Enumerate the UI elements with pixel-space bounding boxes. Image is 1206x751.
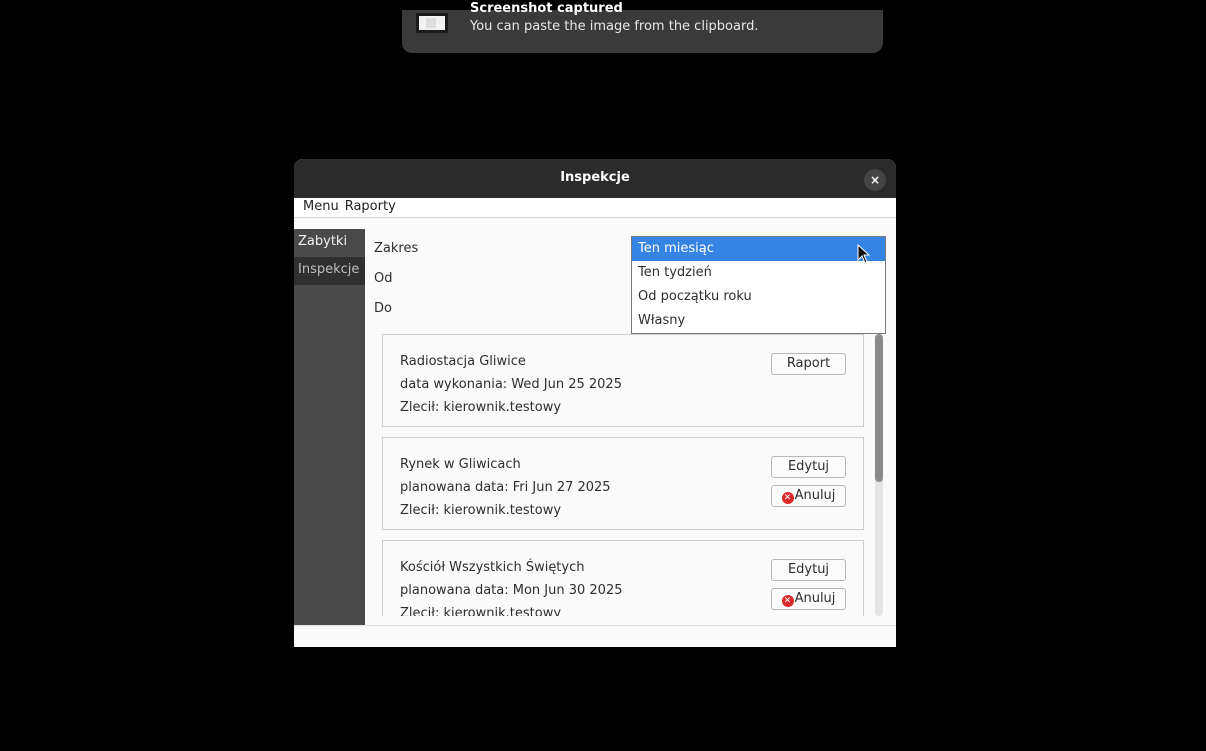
from-label: Od xyxy=(374,271,393,286)
dropdown-option-ten-tydzien[interactable]: Ten tydzień xyxy=(632,261,885,285)
edit-button[interactable]: Edytuj xyxy=(771,456,846,478)
scrollbar-thumb[interactable] xyxy=(875,334,883,482)
inspekcje-window: Inspekcje × Menu Raporty Zabytki Inspekc… xyxy=(294,159,896,647)
window-title: Inspekcje xyxy=(560,170,630,185)
to-label: Do xyxy=(374,301,392,316)
inspections-list[interactable]: Radiostacja Gliwice data wykonania: Wed … xyxy=(382,334,876,616)
edit-button[interactable]: Edytuj xyxy=(771,559,846,581)
inspection-name: Kościół Wszystkich Świętych xyxy=(400,560,585,575)
list-scrollbar[interactable] xyxy=(875,334,883,616)
inspection-card: Rynek w Gliwicach planowana data: Fri Ju… xyxy=(382,437,864,530)
inspection-name: Radiostacja Gliwice xyxy=(400,354,526,369)
cancel-button-label: Anuluj xyxy=(794,591,836,606)
range-dropdown-popup[interactable]: Ten miesiąc Ten tydzień Od początku roku… xyxy=(631,236,886,334)
raport-button[interactable]: Raport xyxy=(771,353,846,375)
dropdown-option-ten-miesiac[interactable]: Ten miesiąc xyxy=(632,237,885,261)
status-bar xyxy=(294,625,896,647)
cancel-button[interactable]: ✕ Anuluj xyxy=(771,588,846,610)
cancel-circle-icon: ✕ xyxy=(781,595,794,607)
sidebar: Zabytki Inspekcje xyxy=(294,229,365,626)
dropdown-option-wlasny[interactable]: Własny xyxy=(632,309,885,333)
inspection-date: planowana data: Fri Jun 27 2025 xyxy=(400,480,611,495)
inspection-card: Radiostacja Gliwice data wykonania: Wed … xyxy=(382,334,864,427)
inspection-card: Kościół Wszystkich Świętych planowana da… xyxy=(382,540,864,616)
cancel-button[interactable]: ✕ Anuluj xyxy=(771,485,846,507)
notification-title: Screenshot captured xyxy=(470,1,623,16)
screenshot-notification[interactable]: Screenshot captured You can paste the im… xyxy=(402,1,883,53)
notification-body: You can paste the image from the clipboa… xyxy=(470,19,759,34)
inspection-ordered-by: Zlecił: kierownik.testowy xyxy=(400,400,562,415)
sidebar-item-inspekcje[interactable]: Inspekcje xyxy=(294,257,365,285)
inspection-name: Rynek w Gliwicach xyxy=(400,457,521,472)
cancel-circle-icon: ✕ xyxy=(781,492,794,504)
screenshot-thumbnail-icon xyxy=(416,13,448,33)
inspection-ordered-by: Zlecił: kierownik.testowy xyxy=(400,606,562,616)
menu-item-raporty[interactable]: Raporty xyxy=(343,198,400,217)
close-icon[interactable]: × xyxy=(864,169,886,191)
inspection-date: planowana data: Mon Jun 30 2025 xyxy=(400,583,623,598)
menu-item-menu[interactable]: Menu xyxy=(294,198,343,217)
dropdown-option-od-poczatku-roku[interactable]: Od początku roku xyxy=(632,285,885,309)
range-label: Zakres xyxy=(374,241,419,256)
window-titlebar[interactable]: Inspekcje × xyxy=(294,159,896,198)
cancel-button-label: Anuluj xyxy=(794,488,836,503)
mouse-pointer-icon xyxy=(857,244,871,264)
menubar: Menu Raporty xyxy=(294,198,896,218)
inspection-date: data wykonania: Wed Jun 25 2025 xyxy=(400,377,622,392)
inspection-ordered-by: Zlecił: kierownik.testowy xyxy=(400,503,562,518)
sidebar-item-zabytki[interactable]: Zabytki xyxy=(294,229,365,257)
